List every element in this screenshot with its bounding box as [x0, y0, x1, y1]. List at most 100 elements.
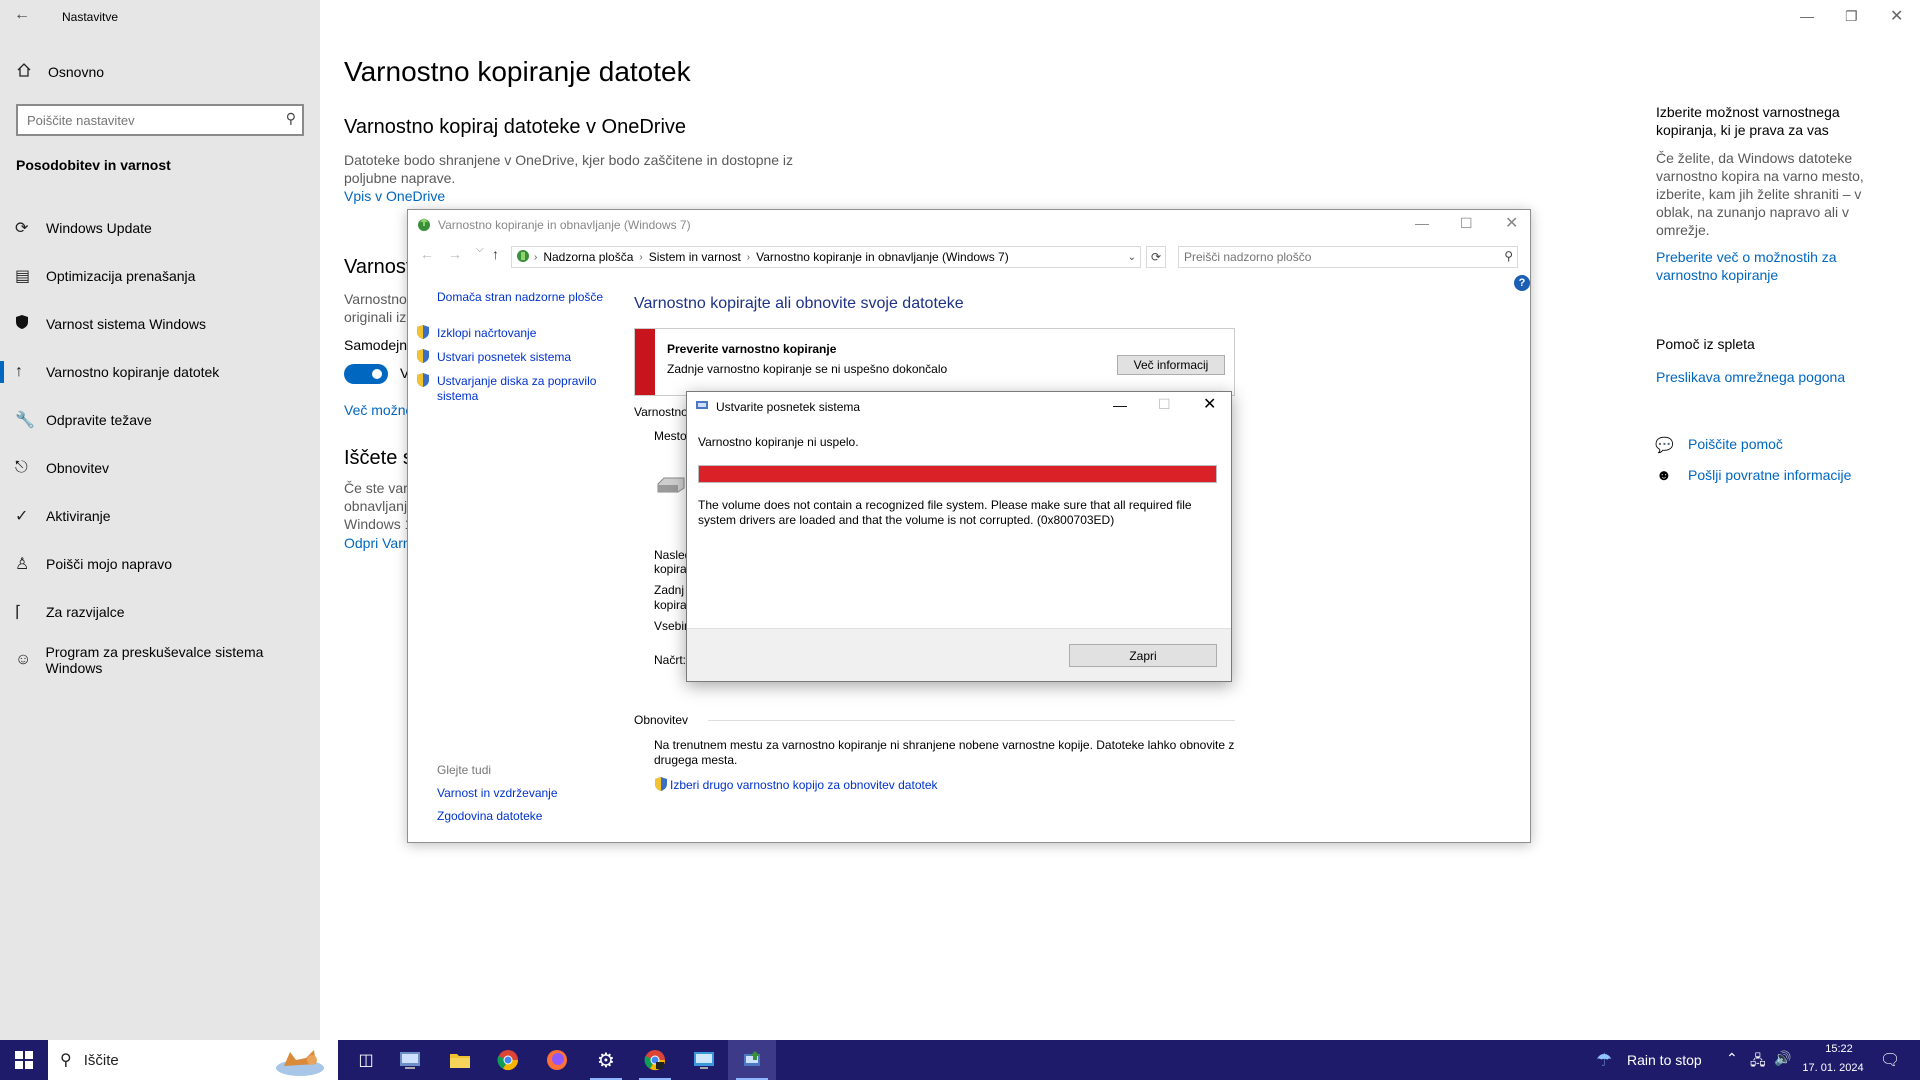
- close-button[interactable]: ✕: [1890, 6, 1903, 26]
- auto-backup-toggle[interactable]: [344, 364, 388, 384]
- sidebar-item-activation[interactable]: ✓ Aktiviranje: [0, 492, 320, 540]
- onedrive-heading: Varnostno kopiraj datoteke v OneDrive: [344, 116, 687, 138]
- breadcrumb-backup-restore[interactable]: Varnostno kopiranje in obnavljanje (Wind…: [750, 250, 1015, 264]
- weather-text[interactable]: Rain to stop: [1627, 1052, 1702, 1068]
- cp-close-button[interactable]: ✕: [1505, 213, 1518, 233]
- start-button[interactable]: [0, 1040, 48, 1080]
- sidebar-item-file-backup[interactable]: ↑ Varnostno kopiranje datotek: [0, 348, 320, 396]
- taskbar-search-label: Iščite: [83, 1051, 119, 1069]
- learn-more-link-2[interactable]: varnostno kopiranje: [1656, 267, 1778, 283]
- backup-restore-app-icon: [416, 216, 432, 237]
- dialog-minimize-button[interactable]: —: [1113, 397, 1127, 413]
- drive-icon: [656, 476, 686, 499]
- developer-icon: ⌈: [15, 604, 22, 621]
- notification-center-icon[interactable]: 🗨: [1880, 1050, 1900, 1070]
- select-other-backup-link[interactable]: Izberi drugo varnostno kopijo za obnovit…: [670, 778, 938, 792]
- sidebar-item-windows-security[interactable]: Varnost sistema Windows: [0, 300, 320, 348]
- search-icon[interactable]: ⚲: [286, 110, 296, 127]
- sidebar-item-insider-program[interactable]: ☺ Program za preskuševalce sistema Windo…: [0, 636, 320, 684]
- cp-minimize-button[interactable]: —: [1415, 215, 1429, 231]
- learn-more-link-1[interactable]: Preberite več o možnostih za: [1656, 249, 1837, 265]
- task-view-icon[interactable]: ◫: [342, 1040, 390, 1080]
- file-explorer-icon[interactable]: [436, 1040, 484, 1080]
- clock-time[interactable]: 15:22: [1816, 1043, 1862, 1055]
- more-options-link[interactable]: Več možno: [344, 402, 413, 418]
- backup-section-label: Varnostno: [634, 405, 688, 419]
- remote-desktop-icon[interactable]: [680, 1040, 728, 1080]
- restore-button[interactable]: ❐: [1845, 8, 1858, 25]
- feedback-link[interactable]: Pošlji povratne informacije: [1688, 467, 1851, 483]
- search-icon[interactable]: ⚲: [1504, 249, 1513, 263]
- open-backup-restore-link[interactable]: Odpri Varn: [344, 535, 411, 551]
- recovery-icon: ⎋: [15, 459, 28, 476]
- backup-alert-box: Preverite varnostno kopiranje Zadnje var…: [634, 328, 1235, 396]
- location-label: Mesto: [654, 429, 687, 443]
- system-image-taskbar-icon[interactable]: [728, 1040, 776, 1080]
- section-title: Posodobitev in varnost: [16, 157, 171, 173]
- control-panel-taskbar-icon[interactable]: [386, 1040, 434, 1080]
- settings-search-box[interactable]: ⚲: [16, 104, 304, 136]
- chrome-icon[interactable]: [484, 1040, 532, 1080]
- schedule-label: Načrt:: [654, 653, 687, 667]
- minimize-button[interactable]: —: [1800, 8, 1814, 24]
- weather-rain-icon[interactable]: ☂: [1596, 1050, 1612, 1071]
- sidebar-item-developers[interactable]: ⌈ Za razvijalce: [0, 588, 320, 636]
- chrome-dev-icon[interactable]: [631, 1040, 679, 1080]
- create-system-image-link[interactable]: Ustvari posnetek sistema: [437, 350, 571, 364]
- recent-chevron-icon[interactable]: ⌵: [476, 244, 484, 255]
- address-bar[interactable]: › Nadzorna plošča › Sistem in varnost › …: [511, 246, 1141, 268]
- sidebar-item-windows-update[interactable]: ⟳ Windows Update: [0, 204, 320, 252]
- more-info-button[interactable]: Več informacij: [1117, 355, 1225, 375]
- sidebar-item-label: Poišči mojo napravo: [46, 556, 173, 572]
- clock-date[interactable]: 17. 01. 2024: [1800, 1062, 1866, 1074]
- taskbar-search-box[interactable]: ⚲ Iščite: [48, 1040, 338, 1080]
- breadcrumb-system-security[interactable]: Sistem in varnost: [643, 250, 747, 264]
- restore-text-1: Na trenutnem mestu za varnostno kopiranj…: [654, 738, 1235, 752]
- breadcrumb-control-panel[interactable]: Nadzorna plošča: [537, 250, 639, 264]
- dialog-close-button[interactable]: ✕: [1203, 394, 1216, 414]
- error-message-line-2: system drivers are loaded and that the v…: [698, 513, 1115, 527]
- upload-arrow-icon: ↑: [15, 363, 23, 380]
- forward-icon[interactable]: →: [448, 246, 462, 262]
- help-icon[interactable]: ?: [1514, 275, 1530, 291]
- refresh-icon[interactable]: ⟳: [1146, 246, 1166, 268]
- onedrive-signin-link[interactable]: Vpis v OneDrive: [344, 188, 445, 204]
- map-network-drive-link[interactable]: Preslikava omrežnega pogona: [1656, 369, 1845, 385]
- settings-search-input[interactable]: [18, 106, 268, 134]
- cp-search-input[interactable]: [1179, 247, 1479, 267]
- sidebar-item-label: Optimizacija prenašanja: [46, 268, 196, 284]
- progress-fill: [699, 466, 1216, 482]
- insider-icon: ☺: [15, 651, 32, 668]
- volume-icon[interactable]: 🔊: [1774, 1050, 1791, 1067]
- uac-shield-icon: [654, 776, 668, 797]
- security-maintenance-link[interactable]: Varnost in vzdrževanje: [437, 786, 558, 800]
- chevron-up-icon[interactable]: ⌃: [1726, 1050, 1738, 1067]
- dialog-footer: Zapri: [687, 628, 1231, 681]
- back-icon[interactable]: ←: [420, 246, 434, 262]
- sidebar-item-troubleshoot[interactable]: 🔧 Odpravite težave: [0, 396, 320, 444]
- get-help-link[interactable]: Poiščite pomoč: [1688, 436, 1783, 452]
- create-repair-disc-link-1[interactable]: Ustvarjanje diska za popravilo: [437, 374, 596, 388]
- sidebar-item-find-my-device[interactable]: ♙ Poišči mojo napravo: [0, 540, 320, 588]
- home-label: Osnovno: [48, 63, 105, 80]
- sidebar-item-recovery[interactable]: ⎋ Obnovitev: [0, 444, 320, 492]
- uac-shield-icon: [416, 372, 430, 393]
- cp-maximize-button[interactable]: ☐: [1460, 215, 1473, 232]
- sidebar-item-label: Varnostno kopiranje datotek: [46, 364, 220, 380]
- back-arrow-icon[interactable]: ←: [14, 6, 30, 24]
- file-history-link[interactable]: Zgodovina datoteke: [437, 809, 542, 823]
- turn-off-schedule-link[interactable]: Izklopi načrtovanje: [437, 326, 536, 340]
- firefox-icon[interactable]: [533, 1040, 581, 1080]
- settings-taskbar-icon[interactable]: ⚙: [582, 1040, 630, 1080]
- home-nav-item[interactable]: Osnovno: [16, 62, 104, 81]
- cp-search-box[interactable]: ⚲: [1178, 246, 1518, 268]
- address-dropdown-icon[interactable]: ⌄: [1128, 252, 1140, 263]
- create-repair-disc-link-2[interactable]: sistema: [437, 389, 478, 403]
- up-arrow-icon[interactable]: ↑: [492, 246, 499, 262]
- uac-shield-icon: [416, 324, 430, 345]
- cp-home-link[interactable]: Domača stran nadzorne plošče: [437, 290, 603, 304]
- sidebar-item-delivery-optimization[interactable]: ▤ Optimizacija prenašanja: [0, 252, 320, 300]
- close-dialog-button[interactable]: Zapri: [1069, 644, 1217, 667]
- section-divider: [708, 720, 1235, 721]
- network-icon[interactable]: 🖧: [1750, 1050, 1766, 1074]
